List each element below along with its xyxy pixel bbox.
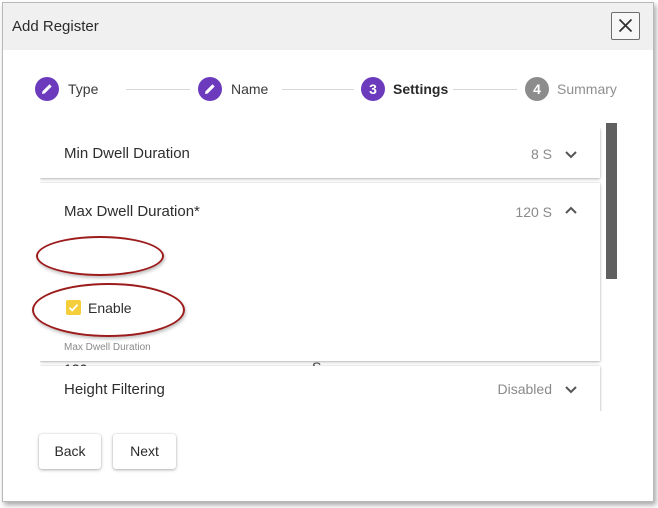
step-connector bbox=[282, 89, 354, 90]
annotation-ellipse bbox=[32, 283, 185, 337]
wizard-stepper: Type Name 3 Settings 4 Summary bbox=[3, 50, 653, 128]
step-settings-badge[interactable]: 3 bbox=[361, 77, 385, 101]
back-button[interactable]: Back bbox=[39, 434, 101, 469]
next-button[interactable]: Next bbox=[113, 434, 176, 469]
chevron-down-icon[interactable] bbox=[564, 385, 578, 395]
chevron-down-icon[interactable] bbox=[564, 150, 578, 160]
pencil-icon bbox=[42, 84, 52, 94]
panel-value: 120 S bbox=[515, 204, 552, 220]
chevron-up-icon[interactable] bbox=[564, 205, 578, 215]
panel-height-filtering[interactable]: Height Filtering Disabled bbox=[40, 366, 600, 411]
annotation-ellipse bbox=[36, 236, 164, 276]
scrollbar-thumb[interactable] bbox=[606, 123, 617, 279]
step-type-label[interactable]: Type bbox=[68, 81, 98, 97]
max-dwell-duration-field-label: Max Dwell Duration bbox=[64, 342, 151, 353]
step-name-label[interactable]: Name bbox=[231, 81, 268, 97]
panel-title: Height Filtering bbox=[64, 381, 165, 398]
close-icon bbox=[618, 18, 633, 33]
panel-min-dwell-duration[interactable]: Min Dwell Duration 8 S bbox=[40, 128, 600, 178]
step-name-badge[interactable] bbox=[198, 77, 222, 101]
panel-title[interactable]: Max Dwell Duration* bbox=[64, 203, 200, 220]
step-settings-label[interactable]: Settings bbox=[393, 81, 448, 97]
close-button[interactable] bbox=[611, 12, 640, 40]
step-type-badge[interactable] bbox=[35, 77, 59, 101]
dialog-title: Add Register bbox=[12, 18, 99, 35]
step-summary-label[interactable]: Summary bbox=[557, 81, 617, 97]
step-summary-badge[interactable]: 4 bbox=[525, 77, 549, 101]
step-connector bbox=[453, 89, 517, 90]
panel-value: Disabled bbox=[497, 381, 552, 397]
panel-value: 8 S bbox=[530, 146, 552, 162]
pencil-icon bbox=[205, 84, 215, 94]
step-connector bbox=[126, 89, 190, 90]
panel-title: Min Dwell Duration bbox=[64, 145, 190, 162]
dialog-titlebar: Add Register bbox=[3, 3, 653, 50]
add-register-dialog: Add Register Type Name 3 Settings 4 Summ… bbox=[2, 2, 654, 502]
